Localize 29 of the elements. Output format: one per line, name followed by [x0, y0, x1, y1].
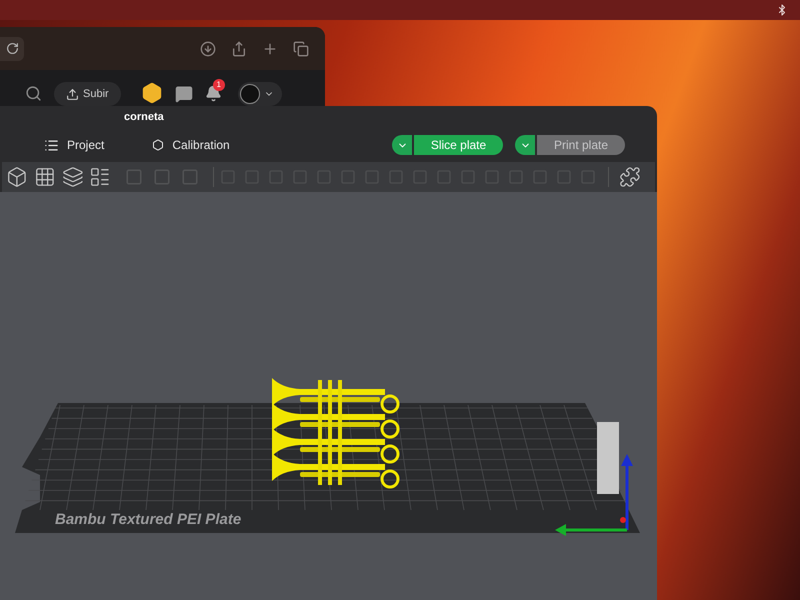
plate-label: Bambu Textured PEI Plate — [55, 511, 242, 528]
plate-tag — [597, 422, 619, 494]
add-cube-icon[interactable] — [6, 166, 28, 188]
hexagon-badge-icon[interactable] — [140, 82, 163, 104]
account-menu-button[interactable] — [238, 82, 282, 106]
list-icon — [44, 138, 59, 152]
hexagon-icon — [152, 139, 164, 151]
arrange-icon[interactable] — [62, 166, 84, 188]
notification-count: 1 — [212, 79, 225, 91]
upload-button[interactable]: Subir — [54, 82, 121, 106]
layout-icon[interactable] — [89, 166, 112, 188]
tabs-overview-icon[interactable] — [293, 40, 309, 56]
dropdown-button[interactable] — [392, 135, 412, 155]
download-icon[interactable] — [200, 40, 216, 56]
bluetooth-icon[interactable] — [776, 4, 788, 16]
chat-icon[interactable] — [174, 85, 193, 103]
add-plate-icon[interactable] — [34, 166, 56, 188]
reload-button[interactable] — [0, 36, 24, 60]
new-tab-icon[interactable] — [262, 40, 278, 56]
reload-icon — [6, 42, 18, 55]
search-icon[interactable] — [25, 85, 42, 102]
tab[interactable]: Calibration — [152, 136, 230, 154]
window-title: corneta — [124, 110, 164, 125]
bell-icon[interactable] — [204, 85, 222, 102]
puzzle-icon[interactable] — [619, 166, 641, 188]
tab[interactable]: Project — [44, 136, 104, 154]
share-icon[interactable] — [231, 40, 247, 56]
dropdown-button[interactable] — [515, 135, 535, 155]
upload-icon — [66, 88, 79, 100]
